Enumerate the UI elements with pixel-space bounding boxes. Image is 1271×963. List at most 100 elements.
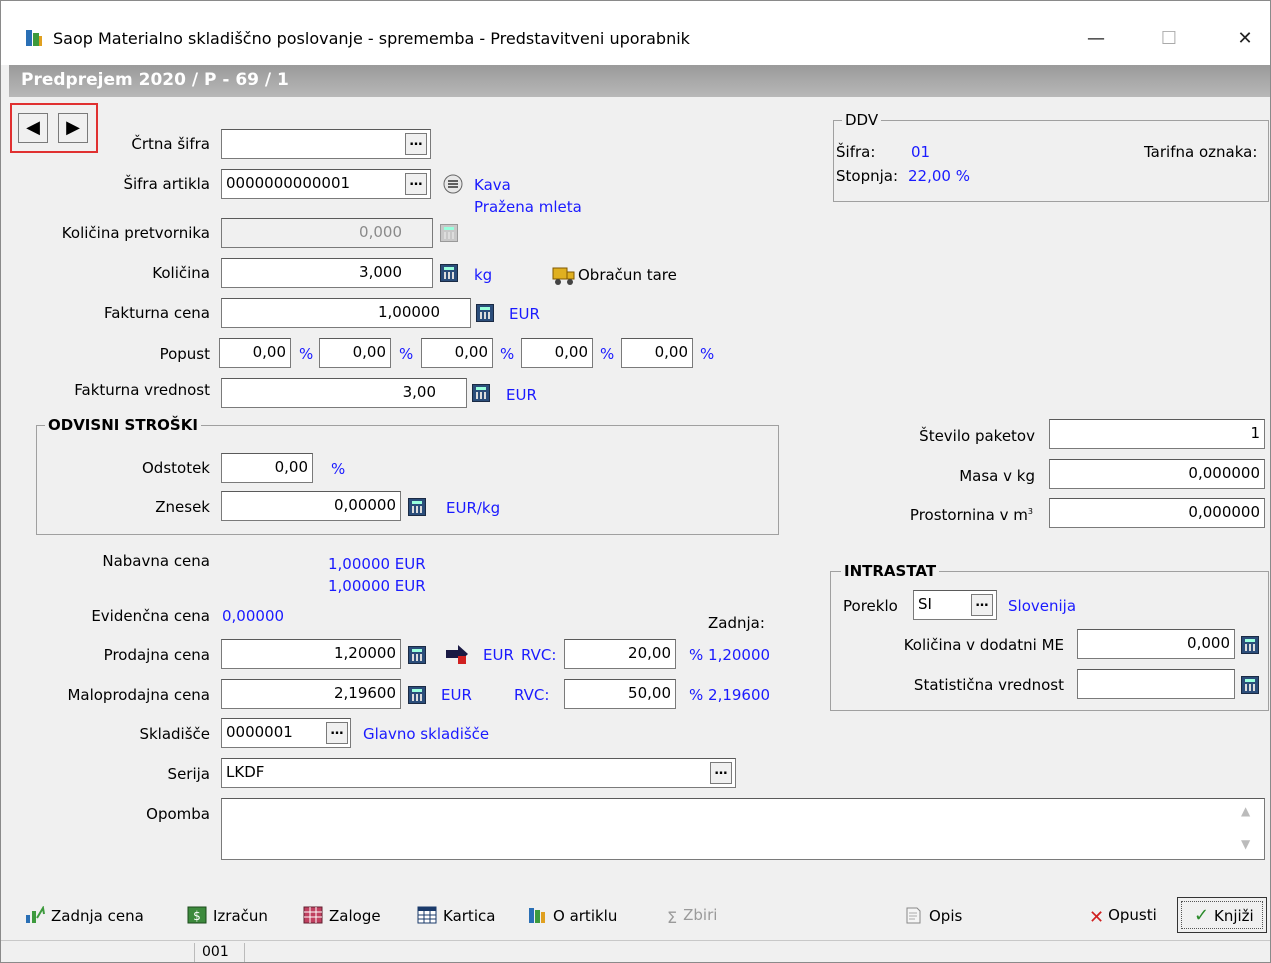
- prodajna-cena-input[interactable]: 1,20000: [221, 639, 401, 669]
- nabavna-cena-value-2: 1,00000 EUR: [328, 577, 426, 595]
- calculator-icon[interactable]: [408, 686, 426, 704]
- calculator-icon[interactable]: [440, 224, 458, 242]
- obracun-tare-button[interactable]: Obračun tare: [578, 266, 677, 284]
- serija-browse-button[interactable]: …: [710, 762, 732, 784]
- popust-input-3[interactable]: 0,00: [421, 338, 493, 368]
- skladisce-label: Skladišče: [139, 725, 210, 743]
- calculator-icon[interactable]: [472, 384, 490, 402]
- status-code: 001: [199, 943, 245, 962]
- fakturna-cena-input[interactable]: 1,00000: [221, 298, 471, 328]
- prodajna-cena-label: Prodajna cena: [103, 646, 210, 664]
- kolicina-dodatni-me-input[interactable]: 0,000: [1077, 629, 1235, 659]
- popust-label: Popust: [159, 345, 210, 363]
- ddv-title: DDV: [842, 111, 882, 129]
- skladisce-name: Glavno skladišče: [363, 725, 490, 743]
- prev-record-button[interactable]: ◀: [18, 113, 48, 143]
- table-icon: [417, 906, 437, 924]
- minimize-button[interactable]: —: [1081, 27, 1111, 51]
- poreklo-browse-button[interactable]: …: [971, 594, 993, 616]
- next-record-button[interactable]: ▶: [58, 113, 88, 143]
- znesek-unit: EUR/kg: [446, 499, 501, 517]
- rvc-prodajna-input[interactable]: 20,00: [564, 639, 676, 669]
- odvisni-stroski-title: ODVISNI STROŠKI: [45, 416, 201, 434]
- maloprodajna-cena-label: Maloprodajna cena: [67, 686, 210, 704]
- maximize-button[interactable]: ☐: [1154, 27, 1184, 51]
- opusti-button[interactable]: ✕ Opusti: [1089, 906, 1157, 928]
- scroll-up-icon[interactable]: ▲: [1241, 804, 1250, 818]
- serija-label: Serija: [167, 765, 210, 783]
- serija-input[interactable]: LKDF: [221, 758, 736, 788]
- status-bar: 001: [1, 940, 1270, 962]
- maloprodajna-cena-input[interactable]: 2,19600: [221, 679, 401, 709]
- popust-input-5[interactable]: 0,00: [621, 338, 693, 368]
- price-arrow-icon[interactable]: [444, 642, 472, 666]
- truck-icon: [552, 267, 575, 285]
- rvc-maloprodajna-input[interactable]: 50,00: [564, 679, 676, 709]
- artikel-description: Pražena mleta: [474, 198, 582, 216]
- popust-input-4[interactable]: 0,00: [521, 338, 593, 368]
- kolicina-pretvornika-input[interactable]: 0,000: [221, 218, 433, 248]
- percent-label: %: [600, 345, 615, 363]
- zaloge-button[interactable]: Zaloge: [303, 906, 381, 925]
- rvc-maloprodajna-zadnja: % 2,19600: [689, 686, 771, 704]
- rvc-label: RVC:: [521, 646, 557, 664]
- close-button[interactable]: ✕: [1230, 27, 1260, 51]
- izracun-button[interactable]: $ Izračun: [187, 906, 268, 925]
- knjizi-button[interactable]: ✓ Knjiži: [1177, 897, 1267, 933]
- zbiri-button[interactable]: Σ Zbiri: [667, 906, 718, 927]
- list-icon[interactable]: [442, 173, 464, 195]
- scroll-down-icon[interactable]: ▼: [1241, 837, 1250, 851]
- zadnja-label: Zadnja:: [708, 614, 765, 632]
- masa-input[interactable]: 0,000000: [1049, 459, 1265, 489]
- zbiri-label: Zbiri: [683, 906, 718, 924]
- skladisce-browse-button[interactable]: …: [326, 722, 348, 744]
- nabavna-cena-label: Nabavna cena: [102, 552, 210, 570]
- fakturna-vrednost-label: Fakturna vrednost: [74, 381, 210, 399]
- maloprodajna-cena-unit: EUR: [441, 686, 472, 704]
- kolicina-unit: kg: [474, 266, 493, 284]
- zadnja-cena-button[interactable]: Zadnja cena: [25, 906, 144, 925]
- calculator-icon[interactable]: [440, 264, 458, 282]
- opis-button[interactable]: Opis: [903, 906, 962, 925]
- stevilo-paketov-input[interactable]: 1: [1049, 419, 1265, 449]
- poreklo-name: Slovenija: [1008, 597, 1077, 615]
- odstotek-unit: %: [331, 460, 346, 478]
- status-panel-1: [9, 943, 195, 962]
- fakturna-cena-label: Fakturna cena: [103, 304, 210, 322]
- popust-input-1[interactable]: 0,00: [219, 338, 291, 368]
- crtna-sifra-input[interactable]: [221, 129, 431, 159]
- document-header: Predprejem 2020 / P - 69 / 1: [9, 65, 1270, 97]
- calculator-icon[interactable]: [476, 304, 494, 322]
- statisticna-vrednost-label: Statistična vrednost: [913, 676, 1064, 694]
- calculator-icon[interactable]: [1241, 676, 1259, 694]
- kartica-button[interactable]: Kartica: [417, 906, 495, 925]
- ddv-stopnja-value: 22,00 %: [908, 167, 970, 185]
- sifra-artikla-input[interactable]: 0000000000001: [221, 169, 431, 199]
- o-artiklu-label: O artiklu: [553, 907, 618, 925]
- calculator-icon[interactable]: [1241, 636, 1259, 654]
- money-calc-icon: $: [187, 906, 207, 924]
- prodajna-cena-unit: EUR: [483, 646, 514, 664]
- artikel-name: Kava: [474, 176, 511, 194]
- app-icon: [26, 30, 42, 46]
- odstotek-input[interactable]: 0,00: [221, 453, 313, 483]
- sifra-artikla-browse-button[interactable]: …: [405, 173, 427, 195]
- document-title: Predprejem 2020 / P - 69 / 1: [21, 70, 289, 90]
- calculator-icon[interactable]: [408, 646, 426, 664]
- window-title: Saop Materialno skladiščno poslovanje - …: [53, 29, 690, 48]
- popust-input-2[interactable]: 0,00: [319, 338, 391, 368]
- crtna-sifra-browse-button[interactable]: …: [405, 133, 427, 155]
- arrow-right-icon: ▶: [66, 117, 80, 138]
- statisticna-vrednost-input[interactable]: [1077, 669, 1235, 699]
- calculator-icon[interactable]: [408, 498, 426, 516]
- izracun-label: Izračun: [213, 907, 268, 925]
- znesek-input[interactable]: 0,00000: [221, 491, 401, 521]
- record-navigation: ◀ ▶: [10, 103, 98, 153]
- o-artiklu-button[interactable]: O artiklu: [527, 906, 617, 925]
- opomba-textarea[interactable]: [221, 798, 1265, 860]
- nabavna-cena-value-1: 1,00000 EUR: [328, 555, 426, 573]
- prostornina-input[interactable]: 0,000000: [1049, 498, 1265, 528]
- zaloge-label: Zaloge: [329, 907, 381, 925]
- fakturna-vrednost-input[interactable]: 3,00: [221, 378, 467, 408]
- kolicina-input[interactable]: 3,000: [221, 258, 433, 288]
